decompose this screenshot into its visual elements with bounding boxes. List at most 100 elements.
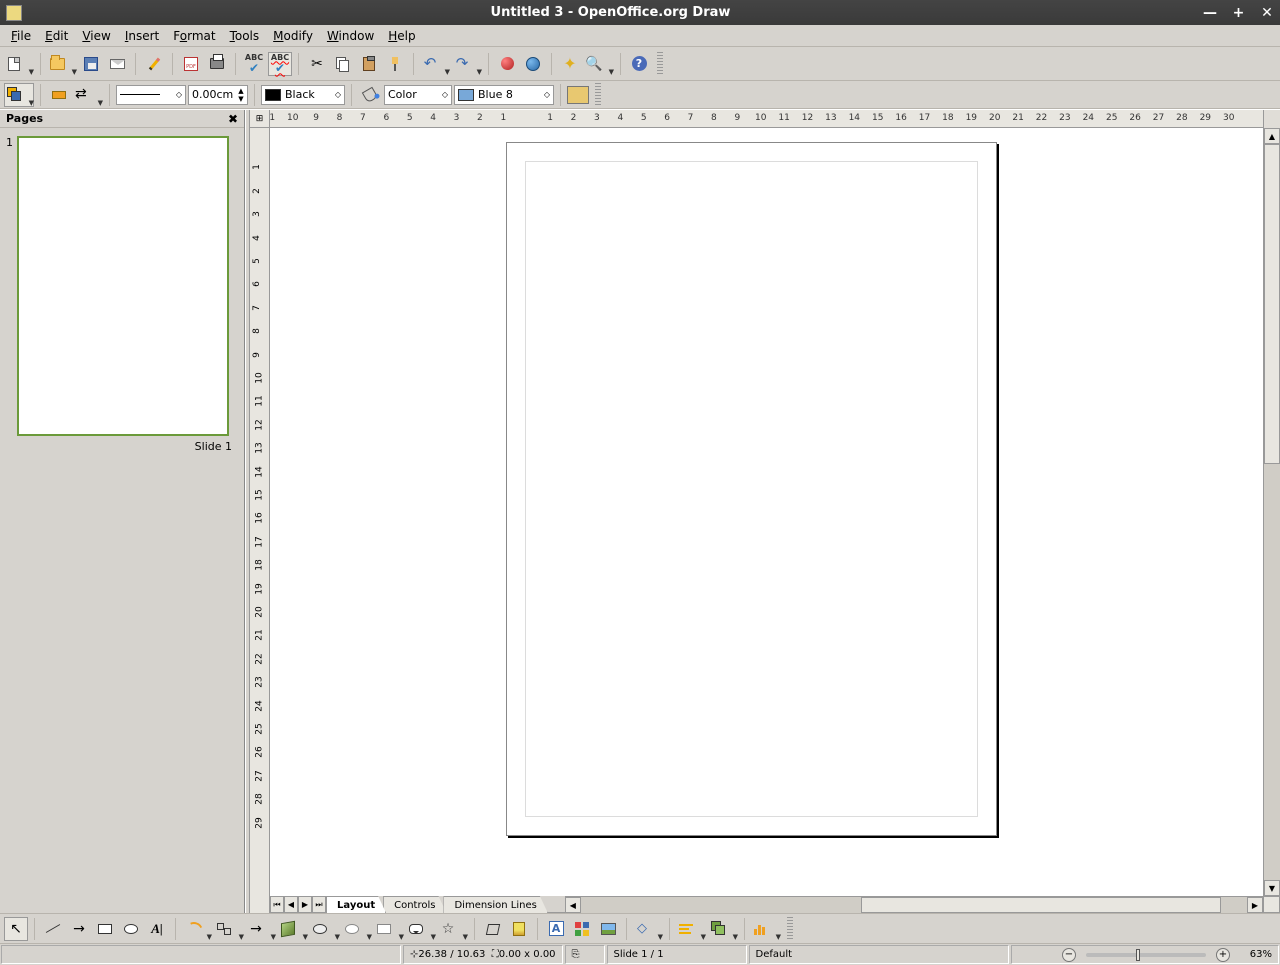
basic-shapes-tool[interactable]: ▼ [310, 917, 340, 941]
undo-button[interactable]: ↶▼ [420, 52, 450, 76]
chart-button[interactable] [495, 52, 519, 76]
canvas[interactable] [270, 128, 1263, 896]
ruler-corner[interactable]: ⊞ [250, 110, 270, 128]
zoom-slider[interactable] [1086, 953, 1206, 957]
select-tool[interactable]: ↖ [4, 917, 28, 941]
ruler-vertical[interactable]: 1234567891011121314151617181920212223242… [250, 128, 270, 896]
spellcheck-button[interactable]: ABC✔ [242, 52, 266, 76]
scroll-down-button[interactable]: ▼ [1264, 880, 1280, 896]
zoom-in-button[interactable]: + [1216, 948, 1230, 962]
menu-help[interactable]: Help [388, 29, 415, 43]
arrow-style-button[interactable]: ▼ [73, 83, 103, 107]
flowcharts-tool[interactable]: ▼ [406, 917, 436, 941]
email-button[interactable] [105, 52, 129, 76]
zoom-out-button[interactable]: − [1062, 948, 1076, 962]
pages-panel-close[interactable]: ✖ [228, 112, 238, 126]
alignment-tool[interactable]: ▼ [676, 917, 706, 941]
format-paintbrush-button[interactable] [383, 52, 407, 76]
export-pdf-button[interactable] [179, 52, 203, 76]
menu-window[interactable]: Window [327, 29, 374, 43]
edit-points-tool[interactable] [481, 917, 505, 941]
toolbar-grip-3[interactable] [787, 917, 793, 941]
cut-button[interactable]: ✂ [305, 52, 329, 76]
editpoints-icon [486, 922, 500, 936]
paste-button[interactable] [357, 52, 381, 76]
lines-arrows-tool[interactable]: →▼ [246, 917, 276, 941]
fontwork-tool[interactable]: A [544, 917, 568, 941]
maximize-button[interactable]: + [1231, 5, 1245, 21]
copy-button[interactable] [331, 52, 355, 76]
ruler-horizontal[interactable]: 1110987654321123456789101112131415161718… [270, 110, 1263, 128]
callouts-tool[interactable]: ☆▼ [438, 917, 468, 941]
compass-icon: ✦ [563, 56, 576, 72]
last-page-nav[interactable]: ⏭ [312, 896, 326, 913]
close-button[interactable]: ✕ [1260, 5, 1274, 21]
arrange-button[interactable]: ▼ [4, 83, 34, 107]
gluepoints-tool[interactable] [507, 917, 531, 941]
page-thumb[interactable]: 1 Slide 1 [6, 136, 238, 453]
from-file-tool[interactable] [570, 917, 594, 941]
rectangle-tool[interactable] [93, 917, 117, 941]
zoom-value[interactable]: 63% [1234, 949, 1272, 960]
tab-controls[interactable]: Controls [383, 896, 446, 913]
line-tool[interactable] [41, 917, 65, 941]
symbol-shapes-tool[interactable]: ▼ [342, 917, 372, 941]
save-icon [84, 57, 98, 71]
insert-icon [754, 923, 768, 935]
connector-tool[interactable]: ▼ [214, 917, 244, 941]
open-button[interactable]: ▼ [47, 52, 77, 76]
save-button[interactable] [79, 52, 103, 76]
fill-type-combo[interactable]: Color◇ [384, 85, 452, 105]
edit-file-button[interactable] [142, 52, 166, 76]
help-button[interactable]: ? [627, 52, 651, 76]
tab-dimension-lines[interactable]: Dimension Lines [443, 896, 547, 913]
block-arrows-tool[interactable]: ▼ [374, 917, 404, 941]
position-tool[interactable]: ▼ [708, 917, 738, 941]
insert-picture-tool[interactable] [596, 917, 620, 941]
fill-color-combo[interactable]: Blue 8◇ [454, 85, 554, 105]
shadow-button[interactable] [567, 86, 589, 104]
menu-file[interactable]: File [11, 29, 31, 43]
minimize-button[interactable]: — [1203, 5, 1217, 21]
status-master[interactable]: Default [749, 945, 1009, 964]
line-style-tool[interactable] [47, 83, 71, 107]
menu-edit[interactable]: Edit [45, 29, 68, 43]
menu-modify[interactable]: Modify [273, 29, 313, 43]
toolbar-grip-2[interactable] [595, 83, 601, 107]
redo-button[interactable]: ↷▼ [452, 52, 482, 76]
menu-insert[interactable]: Insert [125, 29, 159, 43]
hyperlink-button[interactable] [521, 52, 545, 76]
menu-tools[interactable]: Tools [230, 29, 260, 43]
ellipse-tool[interactable] [119, 917, 143, 941]
new-button[interactable]: ▼ [4, 52, 34, 76]
3d-objects-tool[interactable]: ▼ [278, 917, 308, 941]
status-insert-mode[interactable]: ⎘ [565, 945, 605, 964]
text-tool[interactable]: A| [145, 917, 169, 941]
line-width-spinner[interactable]: 0.00cm [188, 85, 248, 105]
next-page-nav[interactable]: ▶ [298, 896, 312, 913]
scroll-right-button[interactable]: ▶ [1247, 897, 1263, 913]
auto-spellcheck-button[interactable]: ABC✔ [268, 52, 292, 76]
area-fill-button[interactable] [358, 83, 382, 107]
toolbar-grip[interactable] [657, 52, 663, 76]
vertical-scrollbar[interactable]: ▲ ▼ [1263, 128, 1280, 896]
prev-page-nav[interactable]: ◀ [284, 896, 298, 913]
zoom-icon: 🔍 [585, 57, 602, 71]
arrow-tool[interactable]: → [67, 917, 91, 941]
effects-tool[interactable]: ▼ [633, 917, 663, 941]
line-color-combo[interactable]: Black◇ [261, 85, 345, 105]
insert-tool[interactable]: ▼ [751, 917, 781, 941]
scroll-up-button[interactable]: ▲ [1264, 128, 1280, 144]
curve-tool[interactable]: ▼ [182, 917, 212, 941]
scroll-left-button[interactable]: ◀ [565, 897, 581, 913]
menu-view[interactable]: View [82, 29, 110, 43]
zoom-button[interactable]: 🔍▼ [584, 52, 614, 76]
first-page-nav[interactable]: ⏮ [270, 896, 284, 913]
tab-layout[interactable]: Layout [326, 896, 386, 913]
line-style-combo[interactable]: ◇ [116, 85, 186, 105]
menu-format[interactable]: Format [173, 29, 215, 43]
envelope-icon [110, 59, 125, 69]
print-button[interactable] [205, 52, 229, 76]
navigator-button[interactable]: ✦ [558, 52, 582, 76]
horizontal-scrollbar[interactable]: ◀ ▶ [565, 896, 1263, 913]
